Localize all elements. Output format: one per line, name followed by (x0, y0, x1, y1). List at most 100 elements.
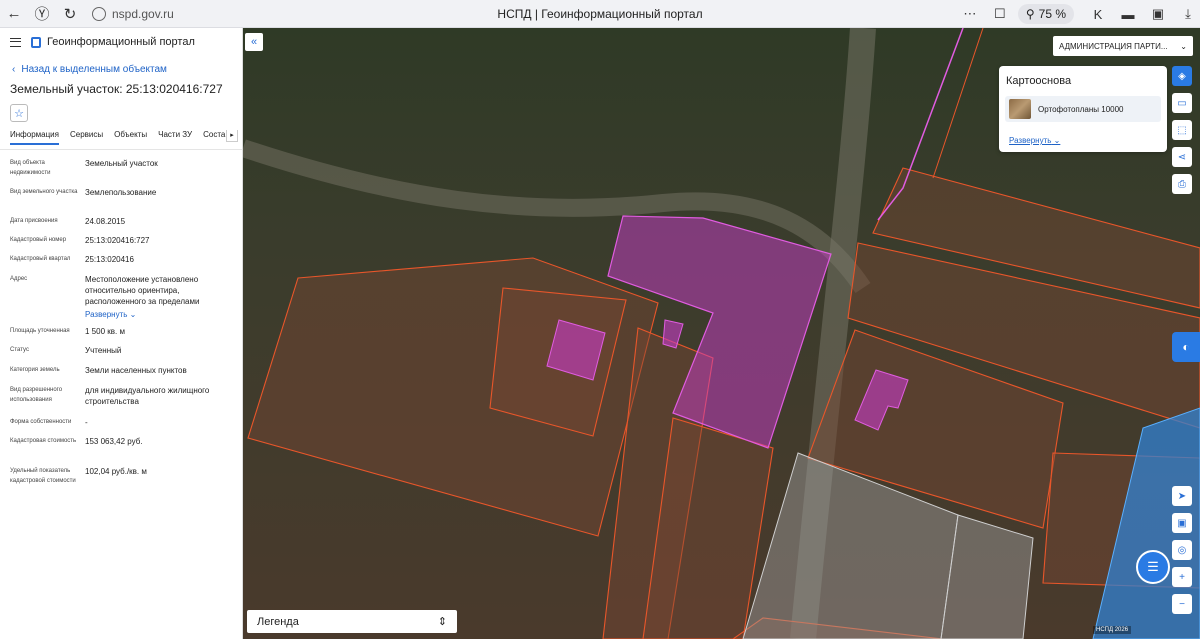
back-to-selection-link[interactable]: ‹ Назад к выделенным объектам (12, 62, 242, 76)
minimap-button[interactable]: ▣ (1172, 513, 1192, 533)
layers-icon: ◈ (1178, 70, 1186, 82)
more-icon[interactable]: ⋯ (958, 2, 982, 26)
prop-label: Категория земель (10, 367, 60, 373)
navigation-arrow-icon: ➤ (1177, 490, 1187, 502)
layers-button[interactable]: ◈ (1172, 66, 1192, 86)
extension-dash-icon[interactable]: ▬ (1116, 2, 1140, 26)
legend-label: Легенда (257, 615, 299, 628)
prop-value: Учтенный (85, 346, 122, 355)
orthophoto-thumbnail (1009, 99, 1031, 119)
expand-collapse-icon: ⇕ (437, 616, 447, 628)
prop-value: 25:13:020416:727 (85, 236, 150, 245)
bookmark-icon[interactable]: ☐ (988, 2, 1012, 26)
menu-icon[interactable] (10, 37, 21, 47)
legend-bar[interactable]: Легенда ⇕ (247, 610, 457, 633)
portal-logo-icon (31, 36, 41, 48)
browser-page-title: НСПД | Геоинформационный портал (497, 7, 703, 21)
location-pin-icon: ◎ (1177, 544, 1187, 556)
address-text: Местоположение установлено относительно … (85, 275, 200, 306)
url-text: nspd.gov.ru (112, 7, 174, 21)
address-bar[interactable]: nspd.gov.ru (92, 4, 392, 24)
prop-value: - (85, 418, 88, 427)
tab-parts[interactable]: Части ЗУ (158, 130, 192, 143)
zoom-level: 75 % (1038, 7, 1066, 21)
select-area-icon: ⬚ (1177, 124, 1187, 136)
zoom-icon: ⚲ (1025, 7, 1035, 21)
prop-label: Вид объекта недвижимости (10, 160, 51, 176)
prop-label: Форма собственности (10, 419, 72, 425)
yandex-icon[interactable]: Ⓨ (28, 0, 56, 28)
object-sidebar: Геоинформационный портал ‹ Назад к выдел… (0, 28, 243, 639)
sidebar-header: Геоинформационный портал (0, 28, 242, 56)
minus-icon: − (1179, 598, 1185, 610)
tabs-scroll-right-icon[interactable]: ▸ (226, 130, 238, 142)
back-arrow-icon[interactable]: ← (0, 0, 28, 28)
prop-label: Площадь уточненная (10, 328, 70, 334)
collapse-sidebar-button[interactable]: « (245, 33, 263, 51)
basemap-expand-link[interactable]: Развернуть ⌄ (1009, 136, 1060, 145)
prop-label: Вид разрешенного использования (10, 387, 63, 403)
tab-objects[interactable]: Объекты (114, 130, 147, 143)
print-button[interactable]: ⎙ (1172, 174, 1192, 194)
prop-value: Землепользование (85, 188, 157, 197)
prop-value: Местоположение установлено относительно … (85, 274, 230, 320)
share-button[interactable]: ⋖ (1172, 147, 1192, 167)
minimap-icon: ▣ (1177, 517, 1187, 529)
browser-right-tools: ⋯ ☐ ⚲ 75 % K ▬ ▣ ⤓ (952, 0, 1200, 28)
side-panel-tab[interactable]: ◐ (1172, 332, 1200, 362)
print-icon: ⎙ (1178, 178, 1186, 190)
double-chevron-left-icon: « (250, 36, 258, 48)
prop-label: Кадастровый номер (10, 237, 67, 243)
prop-value: для индивидуального жилищного строительс… (85, 386, 210, 406)
prop-value: 102,04 руб./кв. м (85, 467, 147, 476)
locate-button[interactable]: ➤ (1172, 486, 1192, 506)
object-title: Земельный участок: 25:13:020416:727 (10, 82, 223, 96)
chevron-down-icon: ⌄ (1051, 136, 1061, 145)
tab-composition[interactable]: Соста (203, 130, 225, 143)
zoom-pill[interactable]: ⚲ 75 % (1017, 4, 1074, 24)
prop-label: Адрес (10, 276, 28, 282)
ruler-icon: ▭ (1177, 97, 1187, 109)
map-canvas[interactable]: « АДМИНИСТРАЦИЯ ПАРТИ... ⌄ Картооснова О… (243, 28, 1200, 639)
prop-value: 1 500 кв. м (85, 327, 125, 336)
prop-value: 25:13:020416 (85, 255, 134, 264)
tab-info[interactable]: Информация (10, 130, 59, 145)
prop-label: Статус (10, 347, 29, 353)
chevron-down-icon: ⌄ (1180, 41, 1187, 51)
prop-value: 24.08.2015 (85, 217, 126, 226)
chat-button[interactable]: ☰ (1136, 550, 1170, 584)
zoom-in-button[interactable]: + (1172, 567, 1192, 587)
select-area-button[interactable]: ⬚ (1172, 120, 1192, 140)
prop-value: Земельный участок (85, 159, 158, 168)
admin-dropdown-value: АДМИНИСТРАЦИЯ ПАРТИ... (1059, 41, 1168, 51)
object-tabs: Информация Сервисы Объекты Части ЗУ Сост… (0, 130, 242, 150)
extension-box-icon[interactable]: ▣ (1146, 2, 1170, 26)
circle-icon: ◐ (1182, 340, 1190, 354)
extension-k-icon[interactable]: K (1086, 2, 1110, 26)
site-shield-icon (92, 7, 106, 21)
admin-dropdown[interactable]: АДМИНИСТРАЦИЯ ПАРТИ... ⌄ (1053, 36, 1193, 56)
prop-label: Вид земельного участка (10, 189, 78, 195)
measure-button[interactable]: ▭ (1172, 93, 1192, 113)
map-attribution: НСПД 2026 (1093, 626, 1132, 634)
app-title: Геоинформационный портал (47, 36, 195, 48)
favorite-button[interactable]: ☆ (10, 104, 28, 122)
share-icon: ⋖ (1177, 151, 1187, 163)
zoom-out-button[interactable]: − (1172, 594, 1192, 614)
prop-label: Кадастровая стоимость (10, 438, 77, 444)
prop-value: 153 063,42 руб. (85, 437, 143, 446)
tab-services[interactable]: Сервисы (70, 130, 103, 143)
basemap-option-label: Ортофотопланы 10000 (1038, 104, 1124, 114)
chat-icon: ☰ (1147, 559, 1159, 574)
star-icon: ☆ (14, 107, 24, 120)
plus-icon: + (1179, 571, 1185, 583)
address-expand-link[interactable]: Развернуть ⌄ (85, 309, 230, 320)
geolocation-button[interactable]: ◎ (1172, 540, 1192, 560)
chevron-left-icon: ‹ (12, 63, 16, 75)
basemap-option[interactable]: Ортофотопланы 10000 (1005, 96, 1161, 122)
reload-icon[interactable]: ↻ (56, 0, 84, 28)
basemap-title: Картооснова (1006, 75, 1072, 87)
prop-label: Дата присвоения (10, 218, 58, 224)
prop-label: Кадастровый квартал (10, 256, 71, 262)
download-icon[interactable]: ⤓ (1176, 2, 1200, 26)
